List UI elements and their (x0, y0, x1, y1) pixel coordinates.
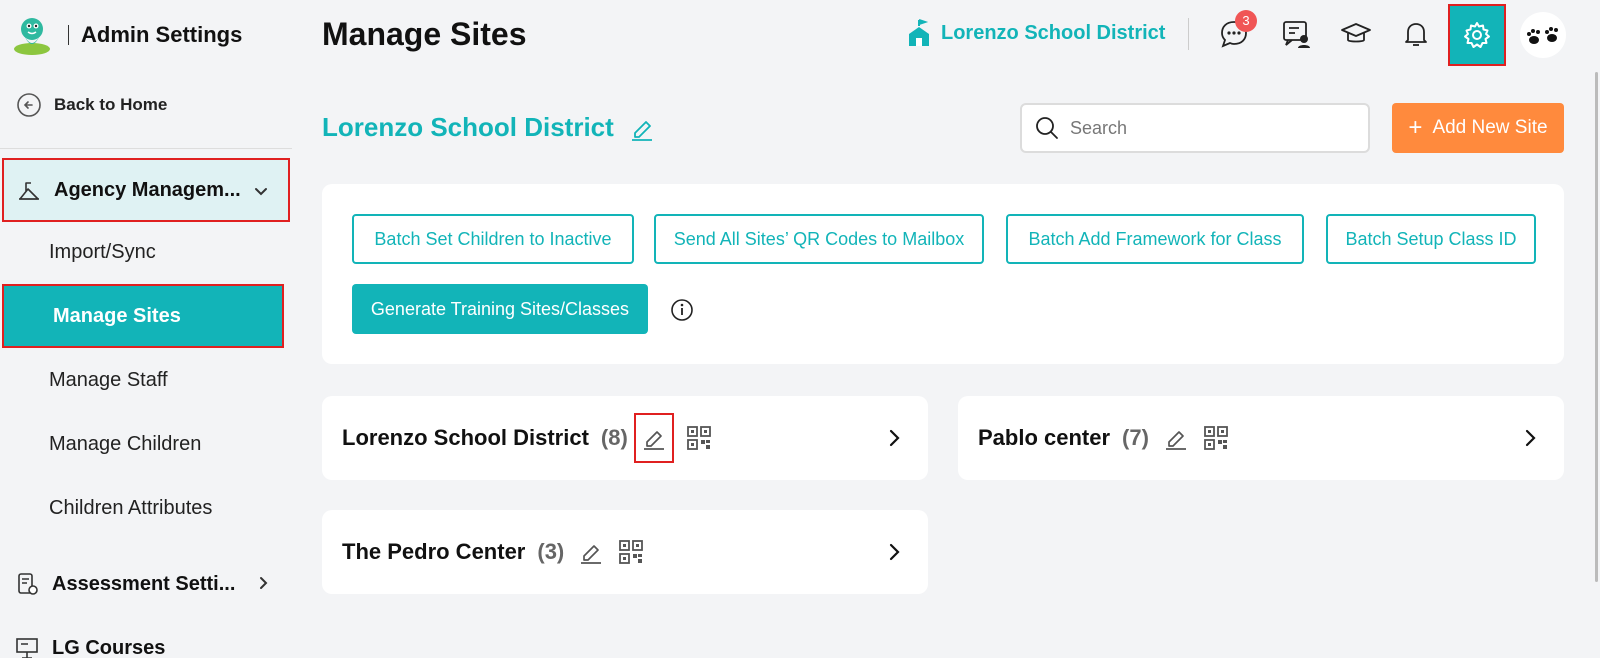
search-box[interactable] (1020, 103, 1370, 153)
school-icon (909, 19, 929, 46)
generate-training-button[interactable]: Generate Training Sites/Classes (352, 284, 648, 334)
edit-site-button[interactable] (633, 413, 674, 463)
assessment-settings-icon (18, 573, 38, 595)
agency-icon (19, 182, 39, 200)
search-input[interactable] (1070, 117, 1360, 139)
chevron-right-icon[interactable] (882, 540, 906, 564)
sidebar-group-agency-management[interactable]: Agency Managem... (2, 158, 290, 222)
edit-site-button[interactable] (1161, 423, 1191, 453)
site-card[interactable]: Lorenzo School District (8) (322, 396, 928, 480)
page-title: Manage Sites (322, 16, 527, 52)
sidebar-item-children-attributes[interactable]: Children Attributes (0, 476, 288, 540)
site-name: Lorenzo School District (342, 425, 589, 450)
edit-icon (643, 431, 664, 450)
avatar[interactable] (1520, 12, 1566, 58)
brand: Admin Settings (10, 12, 242, 58)
sidebar-group-lg-courses[interactable]: LG Courses (2, 616, 290, 658)
agency-name: Lorenzo School District (941, 21, 1166, 44)
site-name: The Pedro Center (342, 539, 526, 564)
header-divider (1188, 18, 1189, 50)
sidebar: Back to Home Agency Managem... Import/Sy… (0, 80, 292, 658)
sidebar-item-label: Manage Children (49, 432, 202, 455)
sidebar-item-manage-sites[interactable]: Manage Sites (2, 284, 284, 348)
qr-code-icon[interactable] (1203, 425, 1229, 451)
chevron-right-icon[interactable] (1518, 426, 1542, 450)
back-arrow-icon (17, 93, 41, 117)
edit-site-button[interactable] (576, 537, 606, 567)
site-card[interactable]: The Pedro Center (3) (322, 510, 928, 594)
sidebar-item-import-sync[interactable]: Import/Sync (0, 220, 288, 284)
info-icon[interactable] (670, 298, 694, 322)
site-class-count: (7) (1122, 425, 1149, 450)
edit-district-icon[interactable] (628, 114, 656, 142)
frog-logo-icon (14, 18, 50, 55)
sidebar-item-label: Import/Sync (49, 240, 156, 263)
add-new-site-button[interactable]: + Add New Site (1392, 103, 1564, 153)
site-class-count: (8) (600, 425, 628, 450)
sidebar-divider (0, 148, 292, 149)
chevron-right-icon (260, 577, 268, 589)
sidebar-group-assessment-settings[interactable]: Assessment Setti... (2, 552, 290, 616)
bell-icon[interactable] (1400, 18, 1432, 50)
sidebar-group-label: Agency Managem... (54, 178, 241, 201)
chevron-right-icon[interactable] (882, 426, 906, 450)
qr-code-icon[interactable] (618, 539, 644, 565)
add-new-site-label: Add New Site (1432, 117, 1548, 138)
gear-icon (1464, 22, 1490, 48)
send-qr-codes-button[interactable]: Send All Sites’ QR Codes to Mailbox (654, 214, 984, 264)
message-count-badge: 3 (1235, 10, 1257, 32)
qr-code-icon[interactable] (686, 425, 712, 451)
sidebar-group-label: LG Courses (52, 636, 166, 658)
paw-prints-icon (1527, 27, 1558, 44)
sidebar-item-manage-children[interactable]: Manage Children (0, 412, 288, 476)
plus-icon: + (1408, 114, 1423, 141)
batch-set-inactive-button[interactable]: Batch Set Children to Inactive (352, 214, 634, 264)
back-to-home-label: Back to Home (54, 95, 168, 114)
sidebar-item-label: Children Attributes (49, 496, 213, 519)
batch-add-framework-button[interactable]: Batch Add Framework for Class (1006, 214, 1304, 264)
agency-selector[interactable]: Lorenzo School District (905, 18, 1165, 48)
sidebar-item-label: Manage Sites (53, 304, 181, 327)
brand-divider (68, 25, 69, 45)
chevron-down-icon (255, 188, 267, 196)
site-card[interactable]: Pablo center (7) (958, 396, 1564, 480)
batch-actions-card: Batch Set Children to Inactive Send All … (322, 184, 1564, 364)
sidebar-item-manage-staff[interactable]: Manage Staff (0, 348, 288, 412)
edit-icon (1165, 431, 1186, 450)
back-to-home-link[interactable]: Back to Home (16, 92, 167, 118)
sidebar-group-label: Assessment Setti... (52, 572, 236, 595)
settings-button[interactable] (1448, 4, 1506, 66)
courses-icon (16, 638, 38, 658)
scrollbar[interactable] (1595, 72, 1598, 582)
site-class-count: (3) (537, 539, 565, 564)
graduation-cap-icon[interactable] (1340, 18, 1372, 50)
edit-icon (581, 545, 602, 564)
site-name: Pablo center (978, 425, 1111, 450)
app-title: Admin Settings (81, 22, 243, 47)
district-heading: Lorenzo School District (322, 112, 656, 143)
staff-chat-icon[interactable] (1280, 18, 1312, 50)
search-icon (1036, 117, 1058, 139)
batch-setup-class-id-button[interactable]: Batch Setup Class ID (1326, 214, 1536, 264)
district-name: Lorenzo School District (322, 112, 614, 142)
sidebar-item-label: Manage Staff (49, 368, 168, 391)
